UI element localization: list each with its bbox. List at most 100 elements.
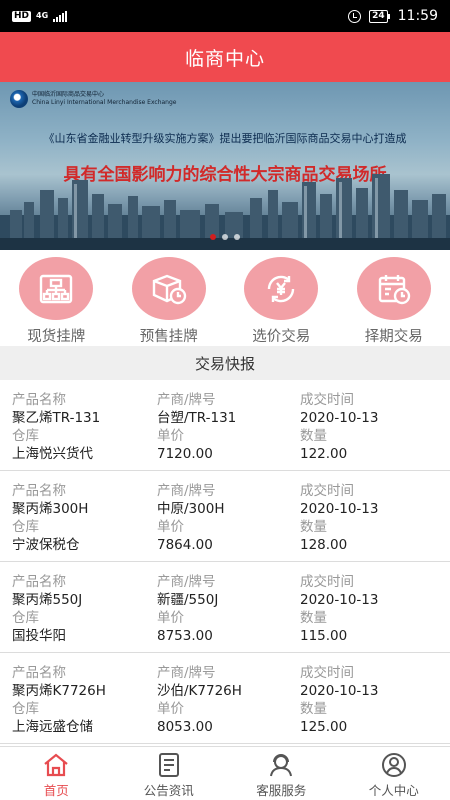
quantity-value: 128.00	[300, 537, 348, 553]
calendar-clock-icon	[356, 257, 431, 320]
yuan-exchange-icon	[244, 257, 319, 320]
org-chart-icon	[19, 257, 94, 320]
logo-text-en: China Linyi International Merchandise Ex…	[32, 99, 177, 106]
shortcut-spot-listing[interactable]: 现货挂牌	[0, 250, 113, 346]
banner-headline: 《山东省金融业转型升级实施方案》提出要把临沂国际商品交易中心打造成	[43, 132, 407, 145]
section-title: 交易快报	[194, 354, 255, 373]
brand-label: 产商/牌号	[157, 574, 216, 590]
brand-label: 产商/牌号	[157, 483, 216, 499]
user-icon	[381, 753, 406, 777]
warehouse-label: 仓库	[12, 610, 39, 626]
shortcut-price-trade[interactable]: 选价交易	[225, 250, 338, 346]
nav-label: 首页	[43, 783, 69, 798]
status-time: 11:59	[397, 8, 438, 24]
battery-icon: 24	[369, 9, 390, 23]
nav-service[interactable]: 客服服务	[225, 747, 338, 800]
brand-value: 台塑/TR-131	[157, 410, 237, 426]
time-label: 成交时间	[300, 574, 354, 590]
time-value: 2020-10-13	[300, 410, 379, 426]
price-label: 单价	[157, 701, 184, 717]
trade-record[interactable]: 产品名称 聚丙烯550J 仓库 国投华阳 产商/牌号 新疆/550J 单价 87…	[0, 562, 450, 653]
quantity-value: 115.00	[300, 628, 348, 644]
bottom-nav: 首页 公告资讯 客服服务 个人中心	[0, 746, 450, 800]
nav-label: 客服服务	[256, 783, 307, 798]
trade-record[interactable]: 产品名称 聚乙烯TR-131 仓库 上海悦兴货代 产商/牌号 台塑/TR-131…	[0, 380, 450, 471]
shortcut-label: 选价交易	[252, 329, 311, 345]
time-value: 2020-10-13	[300, 501, 379, 517]
nav-profile[interactable]: 个人中心	[338, 747, 450, 800]
logo-mark-icon	[10, 90, 28, 108]
warehouse-value: 宁波保税仓	[12, 537, 80, 553]
price-label: 单价	[157, 610, 184, 626]
carousel-dot[interactable]	[210, 234, 216, 240]
shortcut-presale-listing[interactable]: 预售挂牌	[113, 250, 226, 346]
nav-label: 公告资讯	[143, 783, 194, 798]
carousel-dot[interactable]	[234, 234, 240, 240]
warehouse-value: 上海悦兴货代	[12, 446, 93, 462]
app-header: 临商中心	[0, 32, 450, 82]
battery-level: 24	[369, 9, 388, 23]
carousel-dot[interactable]	[222, 234, 228, 240]
exchange-logo: 中国临沂国际商品交易中心 China Linyi International M…	[10, 90, 177, 108]
warehouse-value: 上海远盛仓储	[12, 719, 93, 735]
product-label: 产品名称	[12, 392, 66, 408]
page-title: 临商中心	[184, 47, 265, 70]
quantity-value: 122.00	[300, 446, 348, 462]
warehouse-label: 仓库	[12, 428, 39, 444]
warehouse-value: 国投华阳	[12, 628, 66, 644]
quantity-label: 数量	[300, 610, 327, 626]
shortcut-label: 现货挂牌	[27, 329, 86, 345]
time-label: 成交时间	[300, 483, 354, 499]
price-label: 单价	[157, 428, 184, 444]
carousel-indicator	[0, 234, 450, 240]
product-label: 产品名称	[12, 574, 66, 590]
trade-record[interactable]: 产品名称 聚丙烯300H 仓库 宁波保税仓 产商/牌号 中原/300H 单价 7…	[0, 471, 450, 562]
quick-actions: 现货挂牌 预售挂牌 选价交易 择期交易	[0, 250, 450, 346]
product-label: 产品名称	[12, 665, 66, 681]
section-header: 交易快报	[0, 346, 450, 380]
status-bar: HD 4G 24 11:59	[0, 0, 450, 32]
shortcut-label: 预售挂牌	[139, 329, 198, 345]
time-label: 成交时间	[300, 665, 354, 681]
banner-carousel[interactable]: 中国临沂国际商品交易中心 China Linyi International M…	[0, 82, 450, 250]
alarm-icon	[348, 9, 362, 23]
product-name: 聚丙烯K7726H	[12, 683, 106, 699]
time-value: 2020-10-13	[300, 683, 379, 699]
time-value: 2020-10-13	[300, 592, 379, 608]
price-label: 单价	[157, 519, 184, 535]
warehouse-label: 仓库	[12, 519, 39, 535]
home-icon	[44, 753, 68, 777]
quantity-label: 数量	[300, 701, 327, 717]
notice-icon	[158, 753, 179, 777]
brand-label: 产商/牌号	[157, 665, 216, 681]
network-type: 4G	[36, 11, 49, 20]
quantity-value: 125.00	[300, 719, 348, 735]
product-name: 聚丙烯550J	[12, 592, 83, 608]
warehouse-label: 仓库	[12, 701, 39, 717]
signal-icon	[53, 10, 68, 22]
service-icon	[270, 754, 293, 777]
brand-label: 产商/牌号	[157, 392, 216, 408]
price-value: 8053.00	[157, 719, 213, 735]
price-value: 7120.00	[157, 446, 213, 462]
shortcut-forward-trade[interactable]: 择期交易	[338, 250, 450, 346]
box-clock-icon	[131, 257, 206, 320]
hd-badge: HD	[12, 10, 32, 22]
product-label: 产品名称	[12, 483, 66, 499]
shortcut-label: 择期交易	[364, 329, 423, 345]
price-value: 8753.00	[157, 628, 213, 644]
trade-list: 产品名称 聚乙烯TR-131 仓库 上海悦兴货代 产商/牌号 台塑/TR-131…	[0, 380, 450, 746]
brand-value: 中原/300H	[157, 501, 225, 517]
time-label: 成交时间	[300, 392, 354, 408]
brand-value: 新疆/550J	[157, 592, 219, 608]
nav-home[interactable]: 首页	[0, 747, 113, 800]
trade-record[interactable]: 产品名称 聚丙烯K7726H 仓库 上海远盛仓储 产商/牌号 沙伯/K7726H…	[0, 653, 450, 744]
quantity-label: 数量	[300, 428, 327, 444]
brand-value: 沙伯/K7726H	[157, 683, 242, 699]
product-name: 聚乙烯TR-131	[12, 410, 101, 426]
quantity-label: 数量	[300, 519, 327, 535]
nav-label: 个人中心	[368, 783, 419, 798]
nav-notices[interactable]: 公告资讯	[113, 747, 226, 800]
product-name: 聚丙烯300H	[12, 501, 89, 517]
price-value: 7864.00	[157, 537, 213, 553]
